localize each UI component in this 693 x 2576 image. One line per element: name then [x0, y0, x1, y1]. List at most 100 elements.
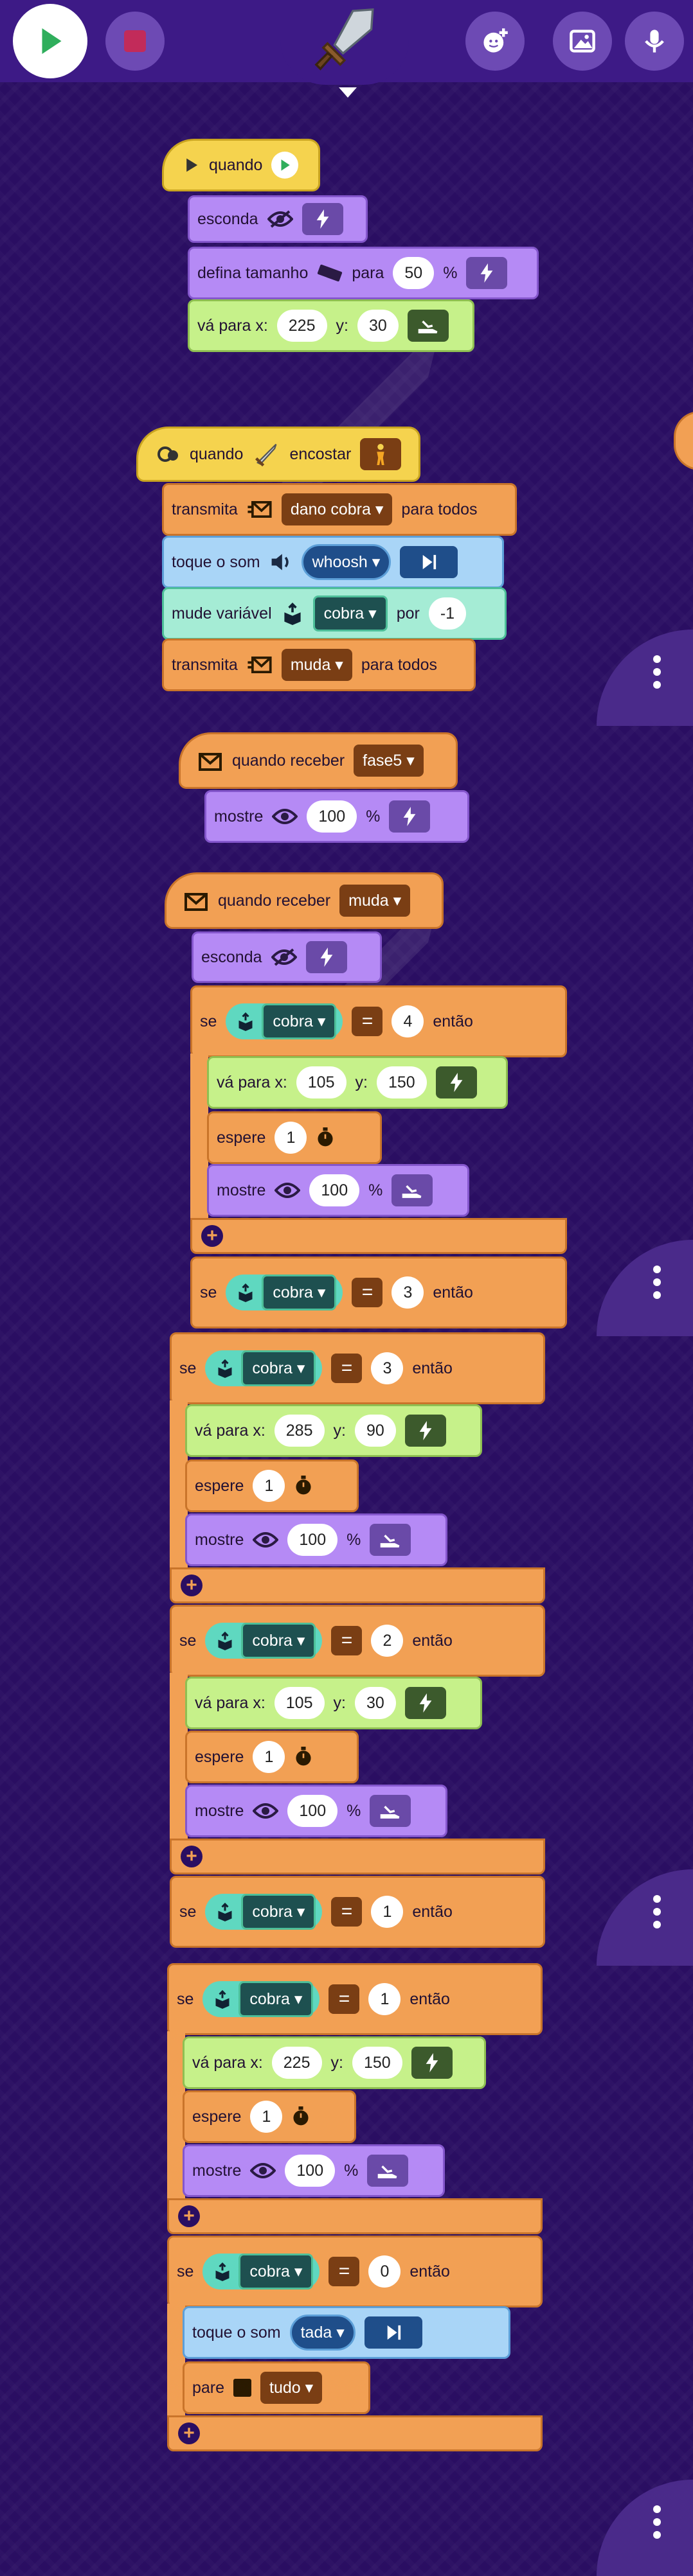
hide-block[interactable]: esconda [192, 931, 382, 983]
message-dropdown[interactable]: dano cobra ▾ [281, 493, 393, 525]
y-input[interactable]: 90 [354, 1415, 396, 1447]
variable-dropdown[interactable]: cobra ▾ [241, 1623, 316, 1659]
message-dropdown[interactable]: fase5 ▾ [354, 745, 424, 777]
bolt-icon[interactable] [389, 800, 431, 833]
wait-input[interactable]: 1 [250, 2101, 283, 2133]
add-block-icon[interactable]: + [181, 1846, 203, 1867]
chevron-down-icon[interactable] [339, 87, 357, 98]
wait-block[interactable]: espere 1 [185, 1731, 359, 1783]
wait-input[interactable]: 1 [274, 1122, 307, 1154]
run-icon[interactable] [370, 1795, 411, 1827]
green-flag-button[interactable] [13, 4, 87, 78]
when-receive-block[interactable]: quando receber muda ▾ [165, 872, 444, 929]
wait-input[interactable]: 1 [253, 1470, 285, 1502]
bolt-icon[interactable] [411, 2047, 453, 2079]
add-block-icon[interactable]: + [178, 2422, 200, 2444]
add-block-icon[interactable]: + [181, 1575, 203, 1596]
compare-value-input[interactable]: 0 [368, 2255, 401, 2288]
run-icon[interactable] [367, 2155, 409, 2187]
when-receive-block[interactable]: quando receber fase5 ▾ [179, 732, 458, 789]
when-flag-clicked-block[interactable]: quando [162, 139, 320, 191]
broadcast-block[interactable]: transmita dano cobra ▾ para todos [162, 483, 517, 536]
x-input[interactable]: 105 [296, 1066, 346, 1098]
backdrop-button[interactable] [553, 12, 612, 71]
variable-dropdown[interactable]: cobra ▾ [262, 1275, 337, 1310]
stop-block[interactable]: pare tudo ▾ [183, 2361, 370, 2414]
if-block[interactable]: se cobra ▾ = 2 então [170, 1605, 545, 1677]
if-block-footer[interactable]: + [170, 1839, 545, 1875]
opacity-input[interactable]: 100 [287, 1795, 338, 1827]
variable-dropdown[interactable]: cobra ▾ [241, 1350, 316, 1386]
y-input[interactable]: 150 [376, 1066, 427, 1098]
size-input[interactable]: 50 [393, 257, 435, 289]
compare-value-input[interactable]: 2 [371, 1625, 404, 1657]
go-to-xy-block[interactable]: vá para x: 285 y: 90 [185, 1404, 482, 1457]
condition[interactable]: cobra ▾ [205, 1894, 323, 1930]
condition[interactable]: cobra ▾ [226, 1003, 343, 1039]
sound-button[interactable] [625, 12, 684, 71]
show-block[interactable]: mostre 100 % [185, 1513, 447, 1566]
equals-operator[interactable]: = [331, 1897, 363, 1927]
y-input[interactable]: 30 [354, 1687, 396, 1719]
change-by-input[interactable]: -1 [428, 597, 467, 630]
sound-dropdown[interactable]: whoosh ▾ [301, 544, 392, 580]
bolt-icon[interactable] [302, 203, 343, 235]
variable-dropdown[interactable]: cobra ▾ [312, 595, 388, 631]
message-dropdown[interactable]: muda ▾ [281, 649, 352, 681]
bolt-icon[interactable] [435, 1066, 477, 1098]
add-sprite-button[interactable] [465, 12, 525, 71]
run-icon[interactable] [392, 1174, 433, 1206]
if-block[interactable]: se cobra ▾ = 1 então [167, 1963, 543, 2035]
compare-value-input[interactable]: 3 [371, 1352, 404, 1384]
variable-dropdown[interactable]: cobra ▾ [239, 1981, 314, 2017]
equals-operator[interactable]: = [328, 1984, 360, 2014]
condition[interactable]: cobra ▾ [205, 1623, 323, 1659]
add-block-icon[interactable]: + [178, 2205, 200, 2227]
if-block[interactable]: se cobra ▾ = 3 então [170, 1332, 545, 1404]
show-block[interactable]: mostre 100 % [185, 1785, 447, 1837]
opacity-input[interactable]: 100 [287, 1524, 338, 1556]
if-block-footer[interactable]: + [190, 1218, 567, 1254]
x-input[interactable]: 105 [274, 1687, 325, 1719]
y-input[interactable]: 150 [352, 2047, 402, 2079]
hide-block[interactable]: esconda [188, 195, 368, 243]
stop-button[interactable] [105, 12, 165, 71]
go-to-xy-block[interactable]: vá para x: 105 y: 150 [207, 1056, 508, 1109]
play-next-icon[interactable] [364, 2316, 422, 2349]
bolt-icon[interactable] [305, 941, 347, 973]
opacity-input[interactable]: 100 [309, 1174, 360, 1206]
variable-dropdown[interactable]: cobra ▾ [262, 1003, 337, 1039]
if-block-footer[interactable]: + [167, 2415, 543, 2451]
if-block[interactable]: se cobra ▾ = 4 então [190, 985, 567, 1057]
x-input[interactable]: 225 [276, 310, 327, 342]
compare-value-input[interactable]: 3 [392, 1276, 424, 1309]
compare-value-input[interactable]: 1 [371, 1896, 404, 1928]
if-block-footer[interactable]: + [170, 1567, 545, 1603]
opacity-input[interactable]: 100 [307, 800, 357, 833]
variable-dropdown[interactable]: cobra ▾ [241, 1894, 316, 1930]
show-block[interactable]: mostre 100 % [204, 790, 469, 843]
sword-sprite-icon[interactable] [307, 4, 384, 75]
set-size-block[interactable]: defina tamanho para 50 % [188, 247, 539, 299]
equals-operator[interactable]: = [352, 1278, 383, 1307]
condition[interactable]: cobra ▾ [203, 2254, 320, 2289]
equals-operator[interactable]: = [331, 1626, 363, 1655]
condition[interactable]: cobra ▾ [205, 1350, 323, 1386]
compare-value-input[interactable]: 4 [392, 1005, 424, 1037]
wait-block[interactable]: espere 1 [183, 2090, 356, 2143]
go-to-xy-block[interactable]: vá para x: 105 y: 30 [185, 1677, 482, 1729]
add-block-icon[interactable]: + [201, 1225, 223, 1247]
compare-value-input[interactable]: 1 [368, 1983, 401, 2015]
equals-operator[interactable]: = [331, 1354, 363, 1383]
if-block-footer[interactable]: + [167, 2198, 543, 2234]
sound-dropdown[interactable]: tada ▾ [289, 2315, 356, 2351]
change-variable-block[interactable]: mude variável cobra ▾ por -1 [162, 587, 507, 640]
person-icon[interactable] [360, 438, 402, 470]
play-next-icon[interactable] [400, 546, 458, 578]
bolt-icon[interactable] [404, 1687, 446, 1719]
bolt-icon[interactable] [466, 257, 508, 289]
wait-block[interactable]: espere 1 [185, 1460, 359, 1512]
run-icon[interactable] [370, 1524, 411, 1556]
condition[interactable]: cobra ▾ [226, 1275, 343, 1310]
x-input[interactable]: 285 [274, 1415, 325, 1447]
